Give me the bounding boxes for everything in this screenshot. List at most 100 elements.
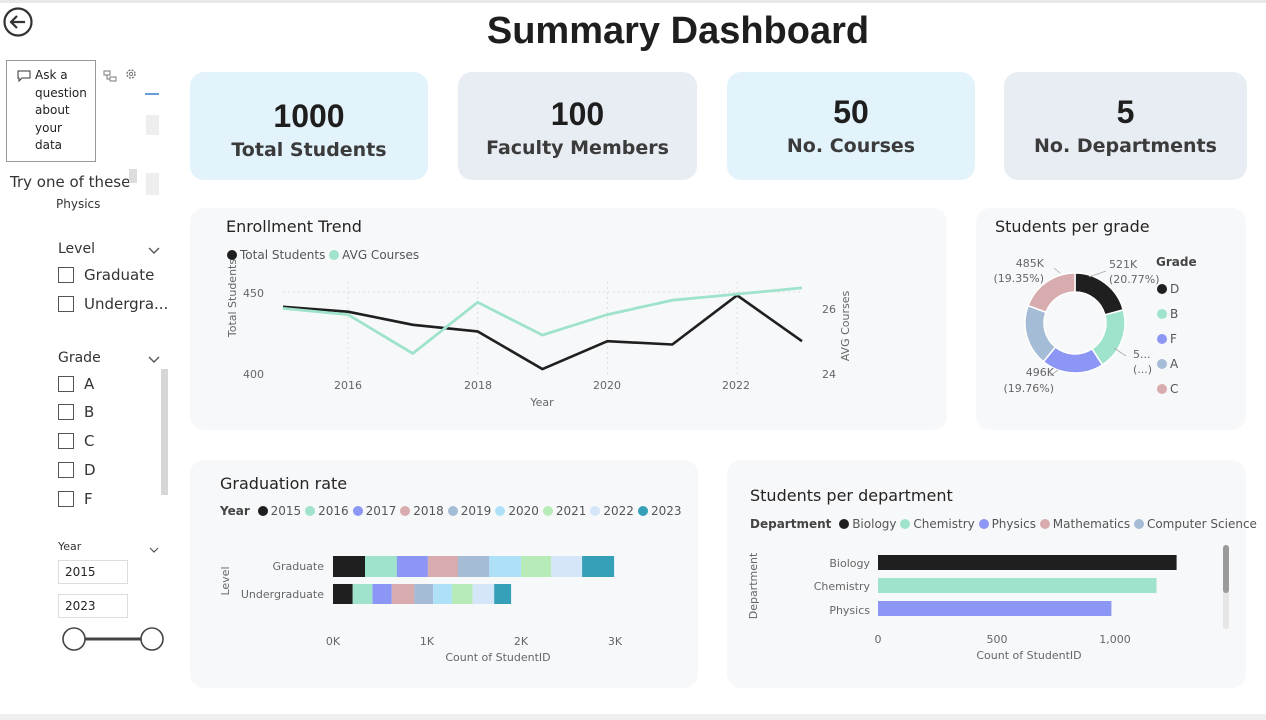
kpi-value: 1000: [273, 98, 345, 134]
data-label-b-pct: (...): [1133, 363, 1152, 376]
kpi-label: No. Departments: [1034, 135, 1217, 157]
y-axis-left-label: Total Students: [226, 259, 239, 338]
year-to-input[interactable]: 2023: [58, 594, 128, 618]
checkbox[interactable]: [58, 433, 74, 449]
kpi-value: 5: [1116, 94, 1135, 130]
x-tick: 2020: [593, 379, 621, 392]
chevron-down-icon[interactable]: [147, 241, 161, 260]
bar-segment-undergraduate-2023: [494, 584, 512, 604]
chat-bubble-icon: [17, 67, 31, 155]
students-per-department-card[interactable]: Students per department Department Biolo…: [727, 460, 1257, 688]
bar-segment-undergraduate-2015: [333, 584, 353, 604]
bar-segment-undergraduate-2018: [391, 584, 415, 604]
bar-segment-graduate-2023: [582, 556, 615, 577]
bar-segment-graduate-2016: [365, 556, 397, 577]
x-tick: 500: [987, 633, 1008, 646]
donut-slice-a: [1024, 304, 1057, 363]
category-label: Physics: [829, 604, 870, 617]
level-option-undergraduate[interactable]: Undergra...: [58, 295, 168, 313]
grade-option-d[interactable]: D: [58, 461, 96, 479]
x-tick: 2K: [514, 635, 529, 648]
kpi-label: Faculty Members: [486, 137, 669, 159]
data-label-c: 485K: [1016, 257, 1045, 270]
bar-segment-undergraduate-2016: [352, 584, 373, 604]
scroll-indicator: [145, 93, 159, 95]
page-title: Summary Dashboard: [486, 10, 870, 52]
qa-try-text: Try one of these: [10, 173, 131, 191]
series-line-avg-courses: [282, 286, 803, 355]
students-per-grade-card[interactable]: Students per grade 521K (20.77%) 485K (1…: [976, 208, 1246, 430]
kpi-value: 50: [833, 94, 869, 130]
legend-dot: [1157, 309, 1167, 319]
department-chart-svg: Department Biology Chemistry Physics 0 5…: [747, 552, 1177, 662]
scrollbar-track[interactable]: [146, 173, 159, 195]
year-filter-title: Year: [58, 540, 82, 553]
scrollbar-thumb-small[interactable]: [129, 169, 137, 183]
x-tick: 1,000: [1099, 633, 1131, 646]
scrollbar-thumb[interactable]: [146, 115, 159, 135]
checkbox[interactable]: [58, 296, 74, 312]
data-label-a-pct: (19.76%): [1003, 382, 1054, 395]
x-axis-label: Count of StudentID: [976, 649, 1081, 662]
category-label: Graduate: [272, 560, 324, 573]
grade-filter-title: Grade: [58, 350, 101, 366]
grade-scrollbar[interactable]: [161, 369, 168, 495]
back-arrow-icon[interactable]: [2, 6, 34, 38]
grade-option-a[interactable]: A: [58, 375, 94, 393]
data-label-a: 496K: [1026, 366, 1055, 379]
kpi-departments: 5 No. Departments: [1004, 72, 1247, 180]
bar-segment-undergraduate-2019: [414, 584, 434, 604]
enrollment-chart-svg: Total Students AVG Courses 450 400 26 24…: [226, 259, 852, 409]
enrollment-trend-card[interactable]: Enrollment Trend Total Students AVG Cour…: [190, 208, 947, 430]
legend-dot: [1157, 384, 1167, 394]
graduation-rate-card[interactable]: Graduation rate Year 2015 2016 2017 2018 201…: [190, 460, 698, 688]
x-axis-label: Year: [529, 396, 554, 409]
legend-item[interactable]: B: [1157, 302, 1179, 327]
chevron-down-icon[interactable]: [148, 540, 160, 559]
checkbox[interactable]: [58, 462, 74, 478]
scrollbar-thumb[interactable]: [1223, 545, 1229, 593]
qa-suggestion[interactable]: Physics: [56, 197, 100, 211]
series-line-total-students: [282, 294, 803, 371]
checkbox[interactable]: [58, 267, 74, 283]
x-tick: 2018: [464, 379, 492, 392]
checkbox[interactable]: [58, 491, 74, 507]
grade-legend: D B F A C: [1157, 277, 1179, 402]
kpi-courses: 50 No. Courses: [727, 72, 975, 180]
bar-segment-graduate-2015: [333, 556, 365, 577]
grade-option-b[interactable]: B: [58, 403, 94, 421]
legend-item[interactable]: C: [1157, 377, 1179, 402]
legend-item[interactable]: D: [1157, 277, 1179, 302]
kpi-value: 100: [550, 96, 605, 132]
bar-segment-graduate-2021: [521, 556, 552, 577]
x-tick: 0K: [326, 635, 341, 648]
bar-segment-undergraduate-2017: [372, 584, 392, 604]
year-range-slider[interactable]: [60, 625, 168, 653]
hierarchy-icon[interactable]: [103, 67, 117, 86]
checkbox[interactable]: [58, 404, 74, 420]
chevron-down-icon[interactable]: [147, 350, 161, 369]
donut-chart-svg: 521K (20.77%) 485K (19.35%) 496K (19.76%…: [993, 257, 1159, 395]
legend-dot: [1157, 334, 1167, 344]
qa-ask-text: Ask a question about your data: [35, 68, 87, 152]
x-tick: 2022: [722, 379, 750, 392]
grade-option-c[interactable]: C: [58, 432, 94, 450]
bar-segment-graduate-2017: [396, 556, 428, 577]
gear-icon[interactable]: [124, 66, 138, 85]
qa-ask-box[interactable]: Ask a question about your data: [6, 60, 96, 162]
kpi-label: No. Courses: [786, 135, 916, 157]
legend-title: Grade: [1156, 255, 1197, 269]
legend-dot: [1157, 284, 1167, 294]
page-tabs-bar: [0, 714, 1266, 720]
bar-segment-undergraduate-2020: [433, 584, 452, 604]
grade-option-f[interactable]: F: [58, 490, 93, 508]
level-option-graduate[interactable]: Graduate: [58, 266, 154, 284]
bar-segment-graduate-2019: [458, 556, 489, 577]
kpi-faculty-members: 100 Faculty Members: [458, 72, 697, 180]
bar-physics: [878, 601, 1112, 616]
legend-item[interactable]: F: [1157, 327, 1179, 352]
checkbox[interactable]: [58, 376, 74, 392]
bar-segment-undergraduate-2021: [451, 584, 473, 604]
legend-item[interactable]: A: [1157, 352, 1179, 377]
year-from-input[interactable]: 2015: [58, 560, 128, 584]
